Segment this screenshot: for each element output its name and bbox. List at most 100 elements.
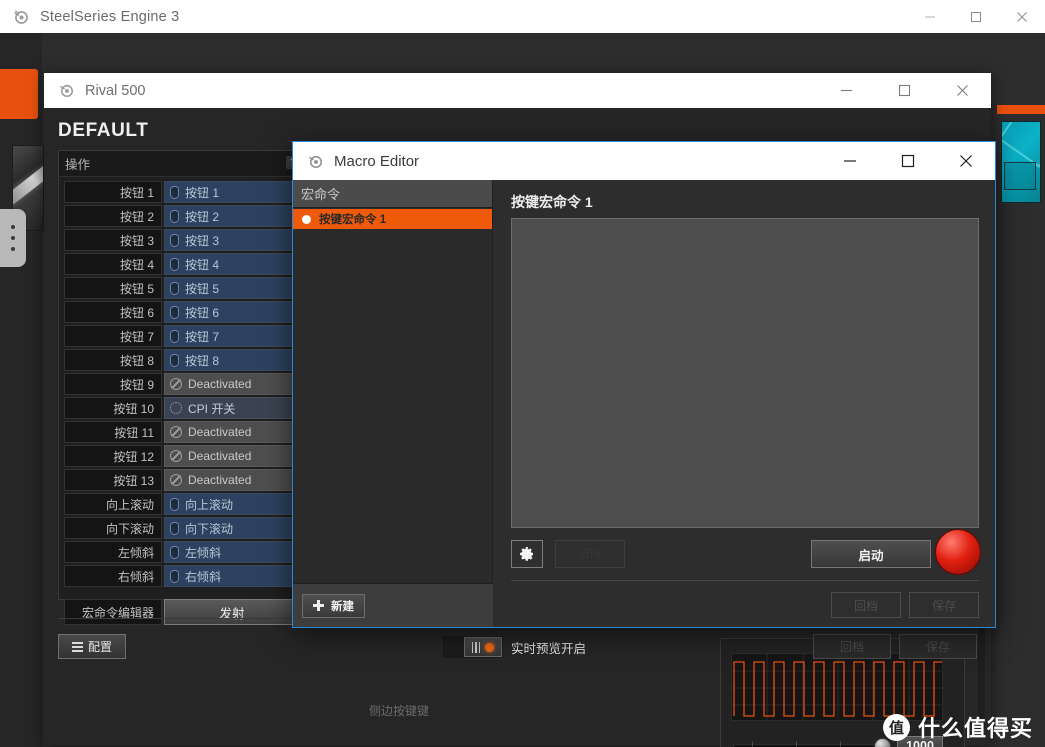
minimize-icon[interactable] <box>821 142 879 180</box>
action-value[interactable]: 向上滚动 <box>164 493 300 515</box>
selected-dot-icon <box>302 214 311 224</box>
close-icon[interactable] <box>937 142 995 180</box>
live-preview-label: 实时预览开启 <box>511 641 587 656</box>
action-name[interactable]: 向下滚动 <box>64 517 162 539</box>
app-title: SteelSeries Engine 3 <box>40 8 180 25</box>
toggle-switch[interactable] <box>443 636 503 658</box>
rail-drag-handle[interactable] <box>0 209 26 267</box>
macro-list-header: 宏命令 <box>293 180 492 208</box>
action-name[interactable]: 左倾斜 <box>64 541 162 563</box>
live-preview-toggle[interactable]: 实时预览开启 <box>443 636 586 658</box>
watermark: 值 什么值得买 <box>882 711 1033 743</box>
action-value-label: 按钮 7 <box>185 329 220 344</box>
start-button[interactable]: 启动 <box>811 540 931 568</box>
disabled-icon <box>170 474 182 486</box>
action-value[interactable]: Deactivated <box>164 421 300 443</box>
led-indicator-icon <box>485 642 495 652</box>
mouse-button-icon <box>170 185 179 199</box>
action-value[interactable]: CPI 开关 <box>164 397 300 419</box>
macro-editor-window-controls <box>821 142 995 180</box>
new-macro-label: 新建 <box>331 600 354 613</box>
maximize-icon[interactable] <box>875 73 933 108</box>
action-value[interactable]: 按钮 1 <box>164 181 300 203</box>
action-name[interactable]: 按钮 2 <box>64 205 162 227</box>
action-value[interactable]: 左倾斜 <box>164 541 300 563</box>
macro-revert-button[interactable]: 回档 <box>831 592 901 618</box>
revert-button[interactable]: 回档 <box>813 634 891 659</box>
action-name[interactable]: 按钮 11 <box>64 421 162 443</box>
action-name[interactable]: 按钮 8 <box>64 349 162 371</box>
action-value-label: 按钮 4 <box>185 257 220 272</box>
action-value[interactable]: Deactivated <box>164 469 300 491</box>
macro-save-button[interactable]: 保存 <box>909 592 979 618</box>
action-value-label: 向下滚动 <box>185 521 234 536</box>
action-value[interactable]: 按钮 2 <box>164 205 300 227</box>
steelseries-logo-icon <box>58 82 75 99</box>
new-macro-button[interactable]: 新建 <box>302 593 365 618</box>
action-name[interactable]: 按钮 5 <box>64 277 162 299</box>
maximize-icon[interactable] <box>879 142 937 180</box>
action-value[interactable]: 按钮 8 <box>164 349 300 371</box>
action-value-label: CPI 开关 <box>188 401 236 416</box>
action-name[interactable]: 按钮 1 <box>64 181 162 203</box>
action-value[interactable]: Deactivated <box>164 373 300 395</box>
device-window-controls <box>817 73 991 108</box>
action-value-label: 按钮 3 <box>185 233 220 248</box>
action-value[interactable]: 右倾斜 <box>164 565 300 587</box>
action-row: 按钮 7 按钮 7 <box>64 325 300 347</box>
clear-button[interactable]: 清除 <box>555 540 625 568</box>
action-name[interactable]: 右倾斜 <box>64 565 162 587</box>
action-name[interactable]: 按钮 12 <box>64 445 162 467</box>
close-icon[interactable] <box>933 73 991 108</box>
action-row: 右倾斜 右倾斜 <box>64 565 300 587</box>
maximize-icon[interactable] <box>953 0 999 33</box>
record-button[interactable] <box>935 529 981 575</box>
rail-active-tab[interactable] <box>0 69 38 119</box>
macro-sequence-canvas[interactable] <box>511 218 979 528</box>
action-value[interactable]: Deactivated <box>164 445 300 467</box>
action-name[interactable]: 按钮 9 <box>64 373 162 395</box>
config-button[interactable]: 配置 <box>58 634 126 659</box>
action-name[interactable]: 按钮 6 <box>64 301 162 323</box>
close-icon[interactable] <box>999 0 1045 33</box>
action-name[interactable]: 按钮 7 <box>64 325 162 347</box>
macro-list-item[interactable]: 按键宏命令 1 <box>293 209 492 229</box>
action-value-label: Deactivated <box>188 377 252 391</box>
rail-accent-bar <box>997 105 1045 114</box>
cpi-icon <box>170 402 182 414</box>
minimize-icon[interactable] <box>907 0 953 33</box>
action-name[interactable]: 按钮 4 <box>64 253 162 275</box>
action-value-label: Deactivated <box>188 449 252 463</box>
macro-editor-titlebar: Macro Editor <box>293 142 995 180</box>
steelseries-engine-window: SteelSeries Engine 3 Rival 500 DEFAULT 操… <box>0 0 1045 747</box>
steelseries-logo-icon <box>307 153 324 170</box>
action-row: 向上滚动 向上滚动 <box>64 493 300 515</box>
save-button[interactable]: 保存 <box>899 634 977 659</box>
action-name[interactable]: 按钮 10 <box>64 397 162 419</box>
toggle-on-side <box>464 637 502 657</box>
mouse-button-icon <box>170 353 179 367</box>
grip-icon <box>471 641 481 653</box>
action-row: 按钮 3 按钮 3 <box>64 229 300 251</box>
minimize-icon[interactable] <box>817 73 875 108</box>
disabled-icon <box>170 426 182 438</box>
action-value[interactable]: 向下滚动 <box>164 517 300 539</box>
macro-editor-dialog: Macro Editor 宏命令 按键宏命令 1 新建 按键宏命令 1 清除 启… <box>292 141 996 628</box>
action-value[interactable]: 按钮 3 <box>164 229 300 251</box>
action-value[interactable]: 按钮 5 <box>164 277 300 299</box>
gear-icon[interactable] <box>511 540 543 568</box>
action-name[interactable]: 按钮 3 <box>64 229 162 251</box>
action-name[interactable]: 向上滚动 <box>64 493 162 515</box>
action-value-label: 按钮 6 <box>185 305 220 320</box>
action-value-label: 向上滚动 <box>185 497 234 512</box>
action-value[interactable]: 按钮 7 <box>164 325 300 347</box>
action-row: 按钮 2 按钮 2 <box>64 205 300 227</box>
macro-editor-title: Macro Editor <box>334 152 420 170</box>
device-thumbnail-right[interactable] <box>1001 121 1041 203</box>
action-name[interactable]: 按钮 13 <box>64 469 162 491</box>
action-value[interactable]: 按钮 4 <box>164 253 300 275</box>
action-value[interactable]: 按钮 6 <box>164 301 300 323</box>
mouse-button-icon <box>170 257 179 271</box>
app-window-controls <box>907 0 1045 33</box>
mouse-button-icon <box>170 281 179 295</box>
